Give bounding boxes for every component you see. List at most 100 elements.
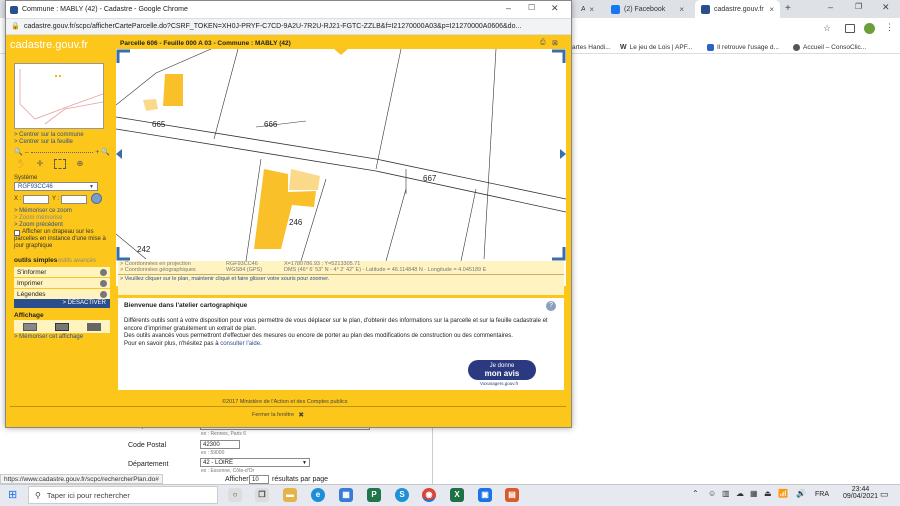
zoom-slider[interactable]: 🔍 – + 🔍 [14, 148, 110, 157]
close-tab-icon[interactable]: × [589, 5, 594, 14]
zoom-plus-icon[interactable]: + [95, 149, 99, 156]
expand-icon [100, 279, 107, 287]
avatar[interactable] [864, 23, 875, 34]
cortana-icon[interactable]: ○ [228, 488, 242, 502]
help-link[interactable]: consulter l'aide [220, 341, 260, 347]
skype-icon[interactable]: S [395, 488, 409, 502]
y-input[interactable] [61, 195, 87, 204]
star-icon[interactable]: ☆ [823, 23, 831, 34]
popup-address-bar[interactable]: 🔒 cadastre.gouv.fr/scpc/afficherCartePar… [6, 18, 571, 35]
system-select[interactable]: RGF93CC46 ▼ [14, 182, 98, 191]
bookmark-2[interactable]: W Le jeu de Lois | APF... [620, 41, 692, 53]
tray-cloud-icon[interactable]: ☁ [736, 489, 744, 498]
voxusagers-label: Voxusagers.gouv.fr [480, 381, 519, 386]
zoom-track[interactable] [30, 151, 94, 153]
expand-icon [100, 290, 107, 298]
close-tab-icon[interactable]: × [679, 5, 684, 14]
taskbar-search[interactable]: ⚲ Taper ici pour rechercher [28, 486, 218, 504]
popup-maximize-icon[interactable]: ☐ [528, 3, 535, 12]
bookmark-3[interactable]: Il retrouve l'usage d... [707, 41, 779, 53]
excel-icon[interactable]: X [450, 488, 464, 502]
ville-hint: ex : Rennes, Paris 6 [201, 431, 247, 437]
center-commune-link[interactable]: > Centrer sur la commune [14, 132, 84, 138]
hand-pan-icon[interactable]: ✋ [14, 159, 26, 169]
popup-minimize-icon[interactable]: – [506, 3, 511, 13]
dep-select[interactable]: 42 - LOIRE ▼ [200, 458, 310, 467]
zoom-minus-icon[interactable]: – [25, 149, 29, 156]
menu-legendes[interactable]: Légendes [14, 289, 110, 299]
extensions-icon[interactable] [845, 24, 855, 33]
zoom-previous-link[interactable]: > Zoom précédent [14, 222, 63, 228]
tray-people-icon[interactable]: ☺ [708, 489, 716, 498]
chevron-down-icon: ▼ [302, 460, 307, 466]
language-indicator[interactable]: FRA [815, 491, 829, 498]
bookmark-1[interactable]: artes Handi... [572, 41, 611, 53]
map-print-icon[interactable]: ⎙ [540, 39, 546, 47]
close-window-icon[interactable]: ✕ [882, 2, 890, 13]
dep-hint: ex : Essonne, Côte-d'Or [201, 468, 255, 474]
tray-app-icon[interactable]: ▥ [722, 489, 730, 498]
je-donne-mon-avis-button[interactable]: Je donne mon avis [468, 360, 536, 380]
tray-chevron-icon[interactable]: ⌃ [692, 489, 699, 498]
clock[interactable]: 23:44 09/04/2021 [843, 486, 878, 500]
cp-input[interactable]: 42300 [200, 440, 240, 449]
zoom-region-icon[interactable]: ⊕ [74, 159, 86, 169]
go-coords-button[interactable] [91, 193, 102, 204]
edge-icon[interactable]: e [311, 488, 325, 502]
crosshair-icon[interactable]: ✛ [34, 159, 46, 169]
maximize-icon[interactable]: ❐ [855, 2, 862, 11]
display-mixed-icon[interactable] [87, 322, 101, 331]
tab-facebook[interactable]: (2) Facebook × [605, 0, 690, 18]
task-view-icon[interactable]: ❐ [255, 488, 269, 502]
overview-minimap[interactable] [14, 63, 104, 129]
map-svg [116, 49, 566, 261]
tools-advanced-tab[interactable]: outils avancés [58, 258, 96, 264]
zoom-in-magnifier-icon[interactable]: 🔍 [101, 148, 110, 156]
tools-simple-tab[interactable]: outils simples [14, 257, 57, 264]
geo-label: > Coordonnées géographiques [120, 267, 196, 273]
help-icon[interactable]: ? [546, 301, 556, 311]
chrome-icon[interactable]: ◉ [422, 488, 436, 502]
bookmark-4[interactable]: Accueil – ConsoClic... [793, 41, 866, 53]
tab-consoclic[interactable]: Accueil - ConsoClic - ca...× [575, 0, 600, 18]
geo-system: WGS84 (GPS) [226, 267, 263, 273]
menu-imprimer[interactable]: Imprimer [14, 278, 110, 288]
store-icon[interactable]: ▦ [339, 488, 353, 502]
popup-close-icon[interactable]: ✕ [551, 3, 559, 14]
parcel-label-242: 242 [137, 245, 151, 254]
map-close-icon[interactable]: ⊠ [552, 39, 558, 47]
deactivate-button[interactable]: > DÉSACTIVER [14, 299, 110, 308]
popup-titlebar: Commune : MABLY (42) - Cadastre - Google… [6, 1, 571, 18]
menu-sinformer[interactable]: S'informer [14, 267, 110, 277]
zoom-out-magnifier-icon[interactable]: 🔍 [14, 148, 23, 156]
wifi-icon[interactable]: 📶 [778, 489, 788, 498]
close-tab-icon[interactable]: × [769, 5, 774, 14]
x-input[interactable] [23, 195, 49, 204]
volume-icon[interactable]: 🔊 [796, 489, 806, 498]
tray-app2-icon[interactable]: ▦ [750, 489, 758, 498]
windows-start-icon[interactable]: ⊞ [8, 488, 17, 501]
menu-dots-icon[interactable]: ⋮ [885, 22, 894, 33]
display-photo-icon[interactable] [55, 322, 69, 331]
tray-usb-icon[interactable]: ⏏ [764, 489, 772, 498]
notifications-icon[interactable]: ▭ [880, 489, 889, 500]
file-explorer-icon[interactable]: ▬ [283, 488, 297, 502]
minimize-icon[interactable]: – [828, 2, 833, 12]
search-icon: ⚲ [35, 490, 41, 500]
app2-icon[interactable]: ▤ [505, 488, 519, 502]
memorize-display-link[interactable]: > Mémoriser cet affichage [14, 334, 83, 340]
publisher-icon[interactable]: P [367, 488, 381, 502]
tab-cadastre[interactable]: cadastre.gouv.fr × [695, 0, 780, 18]
display-options [14, 320, 110, 333]
cadastral-map[interactable]: Parcelle 606 - Feuille 000 A 03 - Commun… [116, 38, 566, 286]
footer-divider [10, 406, 566, 407]
app-icon[interactable]: ▣ [478, 488, 492, 502]
display-plan-icon[interactable] [23, 322, 37, 331]
afficher-select[interactable]: 10 [249, 475, 269, 484]
close-window-link[interactable]: Fermer la fenêtre ✖ [252, 411, 304, 419]
zoom-box-icon[interactable] [54, 159, 66, 169]
new-tab-icon[interactable]: + [785, 3, 791, 14]
memorize-zoom-link[interactable]: > Mémoriser ce zoom [14, 208, 72, 214]
center-feuille-link[interactable]: > Centrer sur la feuille [14, 139, 73, 145]
map-header: Parcelle 606 - Feuille 000 A 03 - Commun… [116, 38, 566, 49]
